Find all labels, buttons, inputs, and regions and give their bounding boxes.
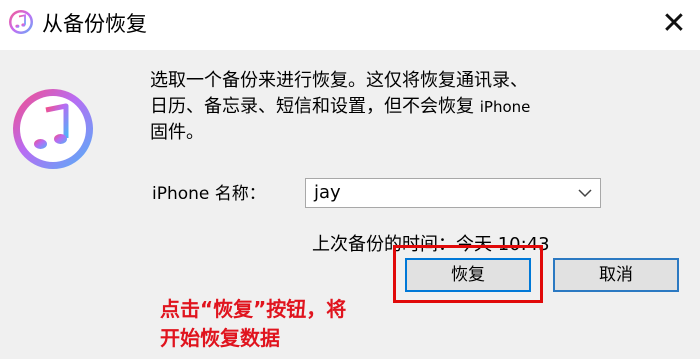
restore-message: 选取一个备份来进行恢复。这仅将恢复通讯录、 日历、备忘录、短信和设置，但不会恢复… xyxy=(150,68,670,146)
annotation-line: 点击“恢复”按钮，将 xyxy=(160,297,347,321)
annotation-line: 开始恢复数据 xyxy=(160,326,280,350)
message-line-device: iPhone xyxy=(479,98,531,116)
message-line: 日历、备忘录、短信和设置，但不会恢复 iPhone xyxy=(150,94,670,120)
window-title: 从备份恢复 xyxy=(42,12,147,36)
message-line: 固件。 xyxy=(150,122,204,143)
close-icon: ✕ xyxy=(661,6,687,41)
backup-select[interactable]: jay xyxy=(305,178,601,208)
message-line-text: 日历、备忘录、短信和设置，但不会恢复 xyxy=(150,96,474,117)
close-button[interactable]: ✕ xyxy=(652,4,696,44)
backup-select-value: jay xyxy=(314,182,341,203)
iphone-name-label: iPhone 名称： xyxy=(152,184,266,204)
itunes-icon xyxy=(13,89,93,169)
message-line: 选取一个备份来进行恢复。这仅将恢复通讯录、 xyxy=(150,70,528,91)
itunes-icon xyxy=(9,10,33,34)
annotation-note: 点击“恢复”按钮，将 开始恢复数据 xyxy=(160,295,346,353)
dialog-body: 选取一个备份来进行恢复。这仅将恢复通讯录、 日历、备忘录、短信和设置，但不会恢复… xyxy=(0,50,700,359)
chevron-down-icon xyxy=(578,189,592,198)
title-bar: 从备份恢复 ✕ xyxy=(0,0,700,50)
cancel-button[interactable]: 取消 xyxy=(553,258,679,292)
restore-button[interactable]: 恢复 xyxy=(405,258,531,292)
